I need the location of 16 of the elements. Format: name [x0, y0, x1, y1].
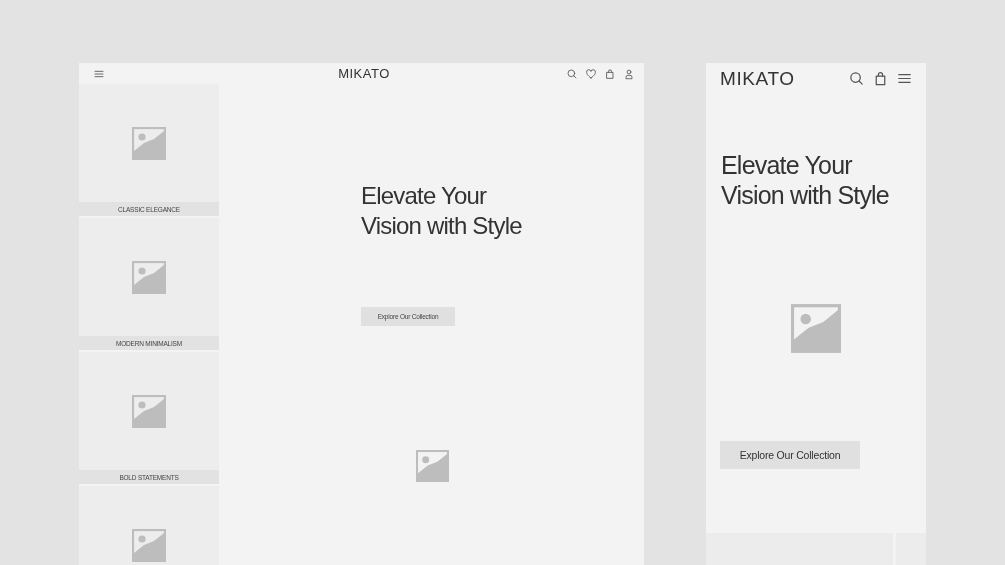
search-icon[interactable] — [848, 70, 865, 87]
image-icon — [132, 394, 166, 428]
search-icon[interactable] — [566, 67, 578, 80]
hero-title: Elevate Your Vision with Style — [721, 150, 890, 210]
image-icon — [132, 260, 166, 294]
image-icon — [132, 528, 166, 562]
heart-icon[interactable] — [585, 67, 597, 80]
image-icon — [132, 126, 166, 160]
hero-title: Elevate Your Vision with Style — [361, 181, 522, 241]
explore-button[interactable]: Explore Our Collection — [720, 441, 860, 469]
user-icon[interactable] — [623, 67, 635, 80]
bag-icon[interactable] — [604, 67, 616, 80]
image-icon — [416, 450, 449, 482]
image-icon — [791, 304, 841, 353]
brand-logo[interactable]: MIKATO — [720, 67, 795, 90]
brand-logo[interactable]: MIKATO — [338, 66, 390, 81]
